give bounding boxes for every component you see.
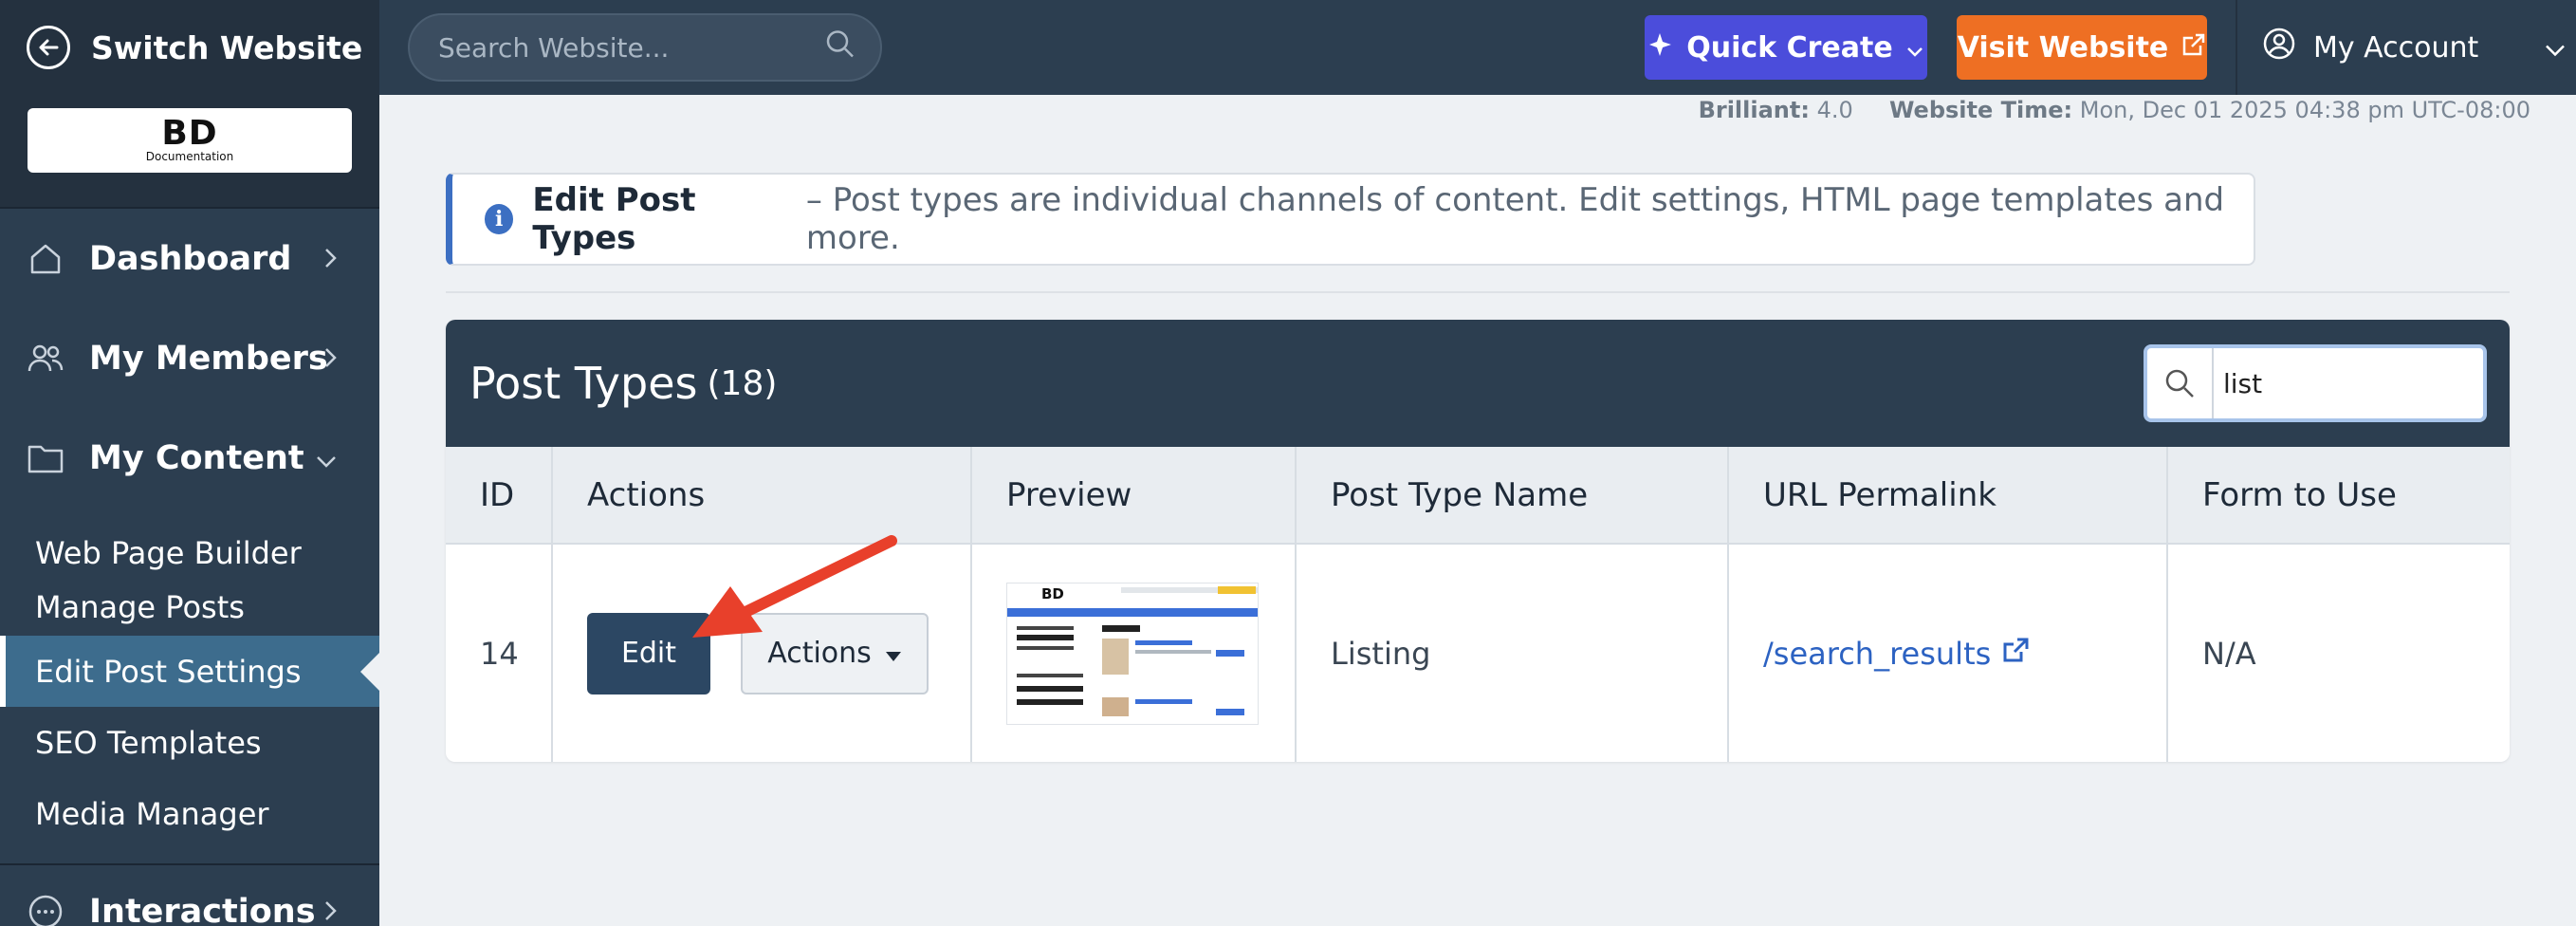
chevron-down-icon — [2545, 31, 2566, 65]
quick-create-label: Quick Create — [1686, 30, 1893, 65]
content-submenu: Web Page Builder Manage Posts Edit Post … — [0, 508, 379, 849]
topbar-divider — [2236, 0, 2237, 95]
website-search-input[interactable]: Search Website... — [408, 13, 882, 82]
sidebar: Switch Website BD Documentation Dashboar… — [0, 0, 379, 926]
chevron-right-icon — [322, 340, 338, 378]
sidebar-item-media-manager[interactable]: Media Manager — [0, 778, 379, 849]
caret-down-icon — [885, 637, 902, 670]
external-link-icon — [2181, 31, 2206, 65]
chevron-down-icon — [1906, 31, 1923, 65]
cell-url-permalink: /search_results — [1728, 543, 2168, 762]
sidebar-item-label: Interactions — [89, 893, 316, 926]
column-header-form-to-use[interactable]: Form to Use — [2167, 447, 2510, 544]
sidebar-item-my-members[interactable]: My Members — [0, 308, 379, 408]
sidebar-item-label: Dashboard — [89, 239, 292, 278]
sparkle-icon — [1648, 29, 1673, 65]
logo-subtext: Documentation — [145, 150, 234, 163]
cell-preview: BD — [971, 543, 1297, 762]
cell-id: 14 — [446, 543, 553, 762]
search-icon[interactable] — [825, 29, 856, 66]
my-account-menu[interactable]: My Account — [2262, 15, 2566, 80]
cell-actions: Edit Actions — [552, 543, 972, 762]
back-arrow-icon — [27, 26, 70, 69]
table-row: 14 Edit Actions BD Listing /search_resul… — [446, 543, 2510, 762]
column-header-preview: Preview — [971, 447, 1297, 544]
column-header-actions: Actions — [552, 447, 972, 544]
actions-label: Actions — [767, 637, 872, 670]
chevron-down-icon — [315, 439, 338, 477]
sidebar-item-seo-templates[interactable]: SEO Templates — [0, 707, 379, 778]
sidebar-item-web-page-builder[interactable]: Web Page Builder — [0, 517, 379, 588]
my-account-label: My Account — [2313, 30, 2479, 65]
table-header-row: ID Actions Preview Post Type Name URL Pe… — [446, 447, 2510, 544]
logo-area: BD Documentation — [0, 95, 379, 209]
svg-text:BD: BD — [1041, 585, 1064, 602]
post-types-count: (18) — [707, 363, 778, 403]
website-time-label: Website Time: — [1888, 97, 2073, 123]
chevron-right-icon — [322, 893, 338, 926]
version-value: 4.0 — [1816, 97, 1853, 123]
column-header-url-permalink[interactable]: URL Permalink — [1728, 447, 2168, 544]
switch-website-button[interactable]: Switch Website — [0, 0, 379, 95]
permalink-link[interactable]: /search_results — [1763, 636, 1991, 672]
cell-form-to-use: N/A — [2167, 543, 2510, 762]
column-header-post-type-name[interactable]: Post Type Name — [1296, 447, 1729, 544]
external-link-icon[interactable] — [2000, 636, 2031, 672]
table-search-value: list — [2223, 367, 2263, 399]
version-label: Brilliant: — [1698, 97, 1810, 123]
info-text: – Post types are individual channels of … — [805, 181, 2225, 257]
sidebar-item-label: My Members — [89, 339, 328, 378]
user-circle-icon — [2262, 27, 2296, 68]
divider — [446, 291, 2510, 293]
sidebar-item-edit-post-settings[interactable]: Edit Post Settings — [0, 636, 379, 707]
search-placeholder: Search Website... — [438, 31, 670, 64]
post-types-table: ID Actions Preview Post Type Name URL Pe… — [446, 447, 2510, 762]
info-title: Edit Post Types — [532, 181, 696, 257]
users-icon — [27, 340, 64, 378]
sidebar-item-manage-posts[interactable]: Manage Posts — [0, 579, 379, 636]
quick-create-button[interactable]: Quick Create — [1645, 15, 1927, 80]
folder-icon — [27, 439, 64, 477]
info-icon: i — [485, 204, 514, 234]
sidebar-item-my-content[interactable]: My Content — [0, 408, 379, 508]
home-icon — [27, 240, 64, 278]
visit-website-label: Visit Website — [1957, 30, 2169, 65]
switch-website-label: Switch Website — [91, 28, 363, 66]
column-header-id[interactable]: ID — [446, 447, 553, 544]
post-types-panel: Post Types (18) list ID Actions Preview … — [446, 320, 2510, 762]
website-meta: Brilliant: 4.0 Website Time: Mon, Dec 01… — [1699, 97, 2530, 123]
search-icon — [2147, 348, 2214, 418]
sidebar-item-dashboard[interactable]: Dashboard — [0, 209, 379, 308]
top-bar: Search Website... Quick Create Visit Web… — [379, 0, 2576, 95]
sidebar-item-interactions[interactable]: Interactions — [0, 863, 379, 926]
chevron-right-icon — [322, 240, 338, 278]
table-search-input[interactable]: list — [2144, 344, 2487, 422]
logo-text: BD — [161, 114, 218, 153]
edit-button[interactable]: Edit — [587, 612, 710, 694]
panel-header: Post Types (18) list — [446, 320, 2510, 447]
visit-website-button[interactable]: Visit Website — [1957, 15, 2207, 80]
cell-post-type-name: Listing — [1296, 543, 1729, 762]
sidebar-item-label: My Content — [89, 438, 304, 477]
post-type-preview-thumbnail[interactable]: BD — [1006, 582, 1259, 725]
info-banner: i Edit Post Types – Post types are indiv… — [446, 173, 2255, 266]
actions-dropdown-button[interactable]: Actions — [741, 612, 929, 694]
website-time-value: Mon, Dec 01 2025 04:38 pm UTC-08:00 — [2079, 97, 2530, 123]
panel-title: Post Types — [469, 358, 698, 409]
site-logo[interactable]: BD Documentation — [28, 108, 352, 173]
chat-icon — [27, 893, 64, 926]
